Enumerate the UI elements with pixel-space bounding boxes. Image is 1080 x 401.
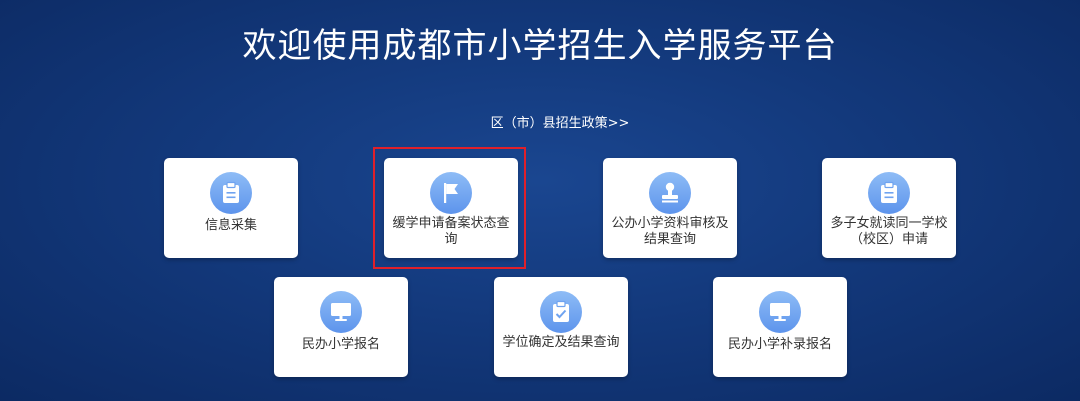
stamp-icon (649, 172, 691, 214)
clipboard-icon (868, 172, 910, 214)
page-title: 欢迎使用成都市小学招生入学服务平台 (242, 26, 838, 66)
district-policy-link[interactable]: 区（市）县招生政策>> (0, 112, 1080, 131)
card-label: 信息采集 (204, 218, 257, 233)
deferral-status-query-card[interactable]: 缓学申请备案状态查询 (384, 158, 518, 258)
clipboard-icon (210, 172, 252, 214)
flag-icon (430, 172, 472, 214)
card-label: 民办小学补录报名 (727, 337, 832, 352)
monitor-icon (759, 291, 801, 333)
card-label: 民办小学报名 (301, 337, 380, 352)
public-school-review-card[interactable]: 公办小学资料审核及结果查询 (603, 158, 737, 258)
private-school-registration-card[interactable]: 民办小学报名 (274, 277, 408, 377)
monitor-icon (320, 291, 362, 333)
private-school-supplementary-registration-card[interactable]: 民办小学补录报名 (713, 277, 847, 377)
info-collection-card[interactable]: 信息采集 (164, 158, 298, 258)
multi-child-application-card[interactable]: 多子女就读同一学校（校区）申请 (822, 158, 956, 258)
card-label: 公办小学资料审核及结果查询 (611, 216, 729, 247)
placement-result-query-card[interactable]: 学位确定及结果查询 (494, 277, 628, 377)
card-label: 缓学申请备案状态查询 (392, 216, 510, 247)
card-label: 多子女就读同一学校（校区）申请 (830, 216, 948, 247)
clipboard-check-icon (540, 291, 582, 333)
card-label: 学位确定及结果查询 (502, 335, 620, 350)
